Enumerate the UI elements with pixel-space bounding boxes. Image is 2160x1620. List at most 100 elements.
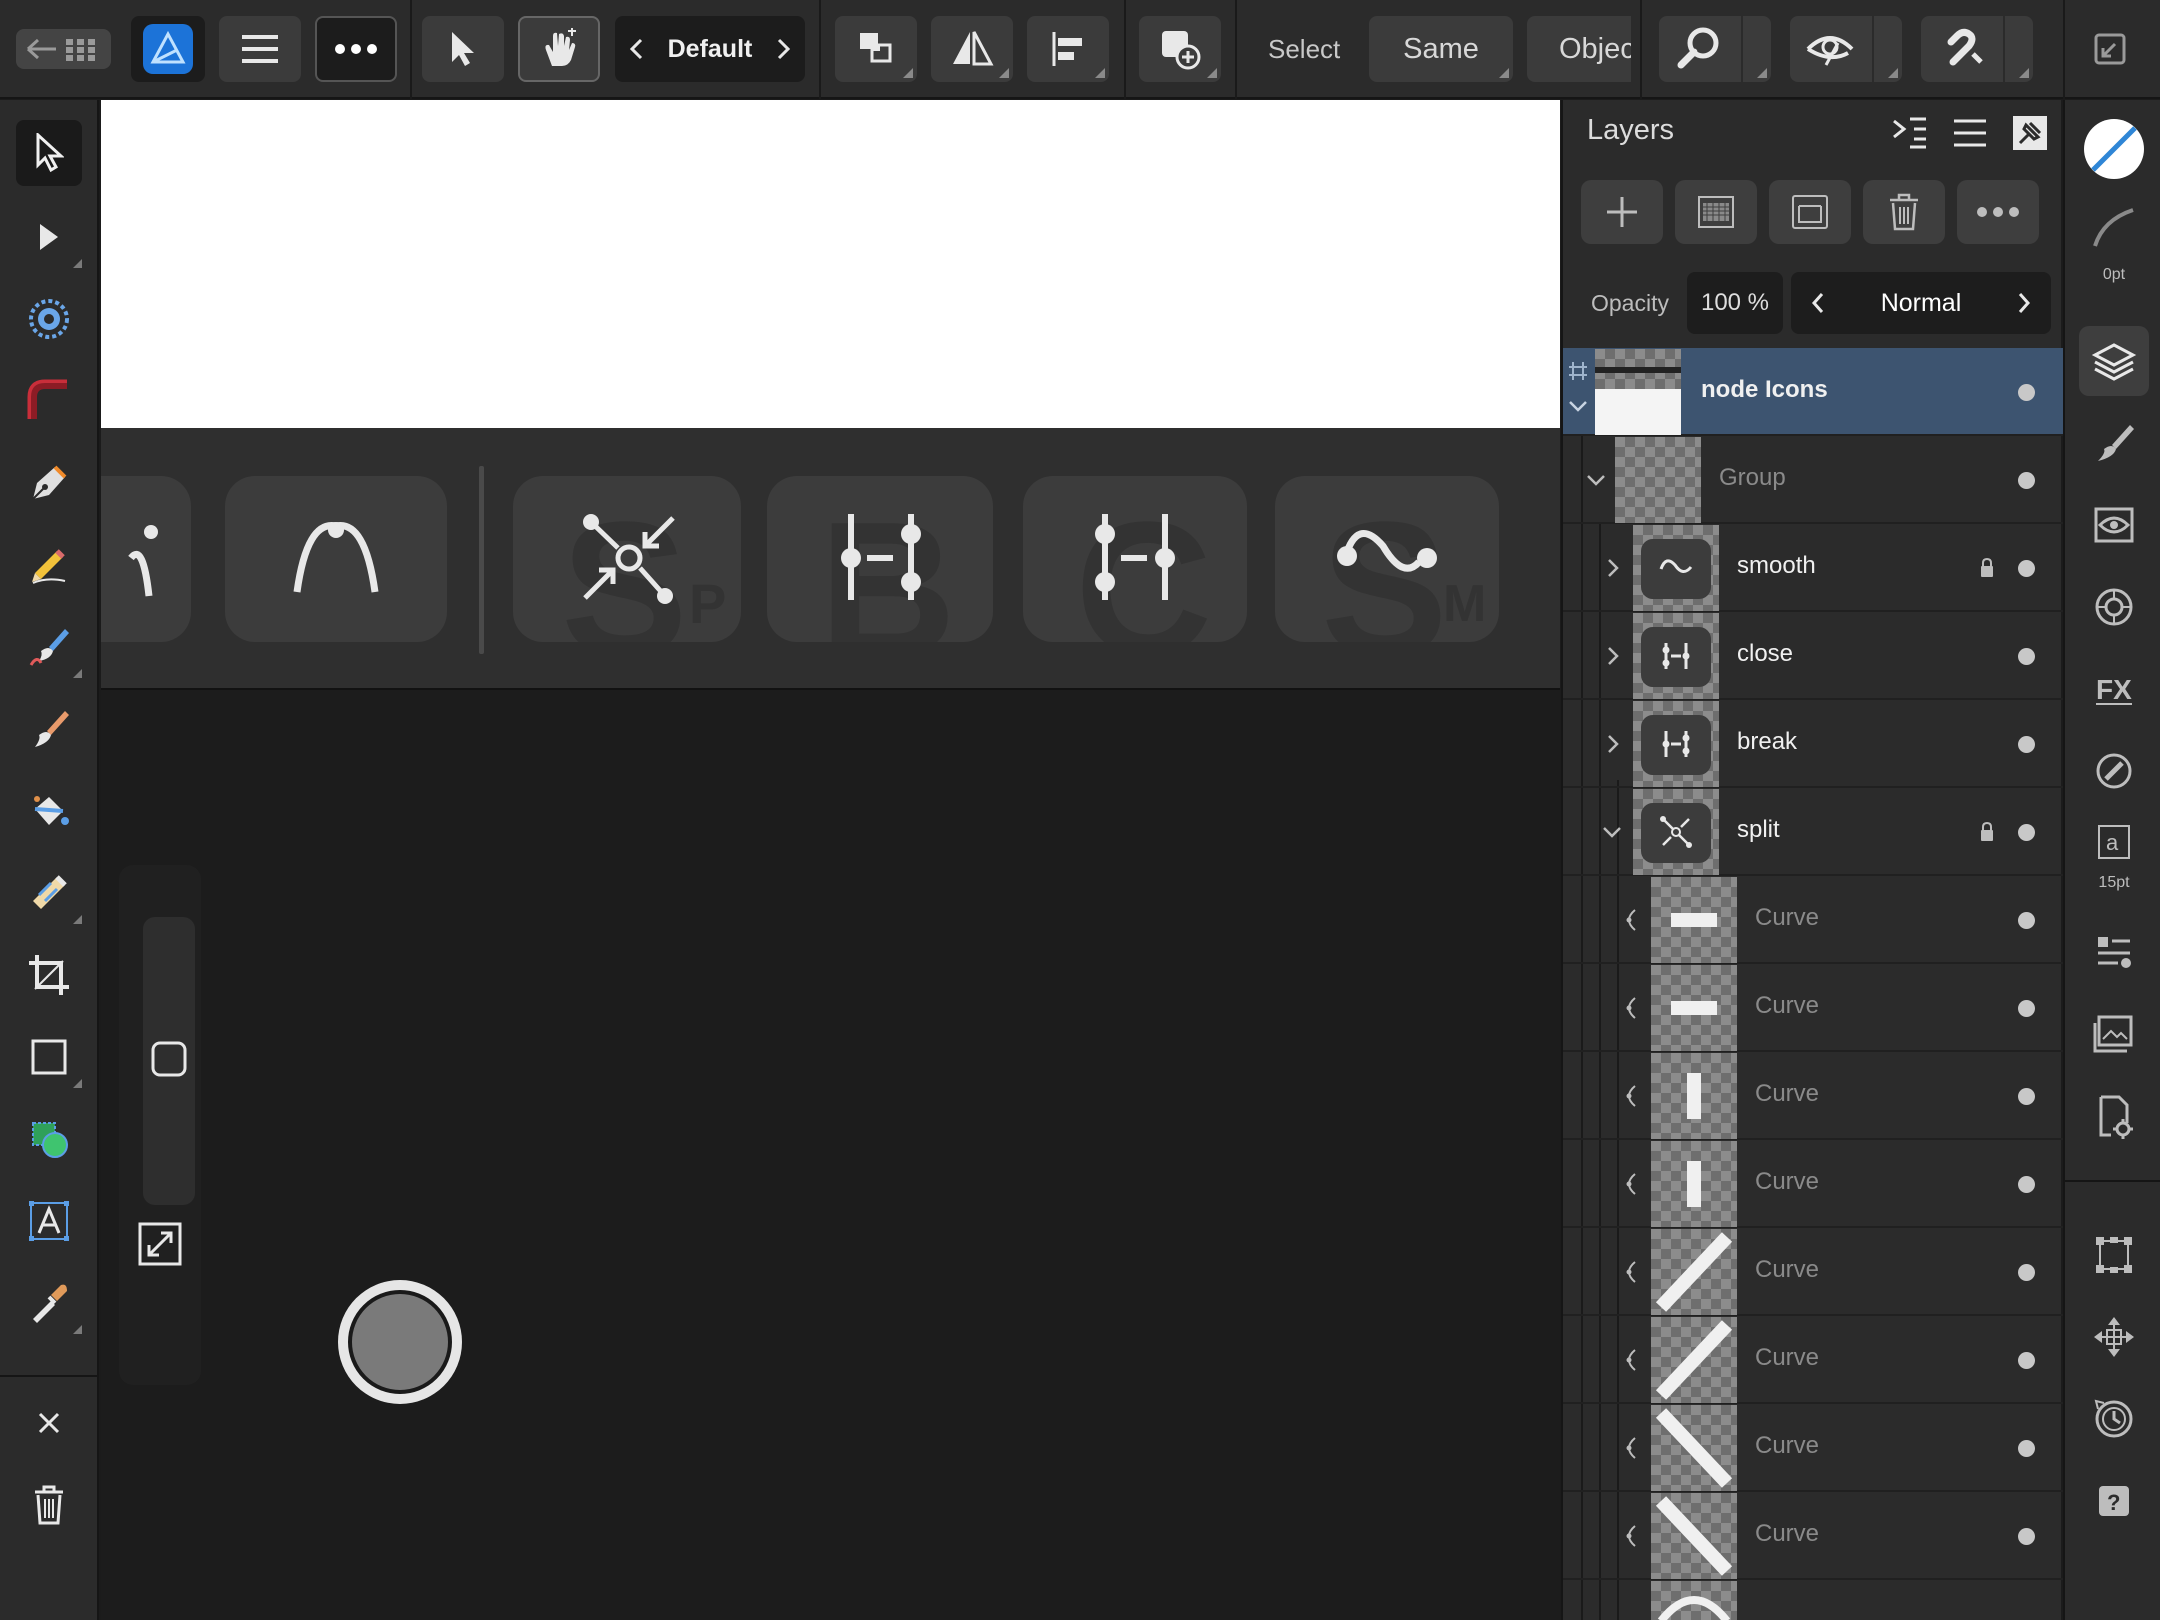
command-controller-button[interactable] <box>338 1280 462 1404</box>
layer-row-curve[interactable]: Curve <box>1563 1316 2063 1404</box>
layer-row-split[interactable]: split <box>1563 788 2063 876</box>
expand-diagonal-icon[interactable] <box>137 1221 183 1267</box>
studio-preset-selector[interactable]: Default <box>615 16 805 82</box>
chevron-right-icon[interactable] <box>1605 645 1621 667</box>
vector-brush-tool[interactable] <box>16 614 82 680</box>
icon-card-split[interactable]: S P <box>513 476 741 642</box>
text-studio-button[interactable]: a 15pt <box>2079 818 2149 904</box>
visibility-toggle[interactable] <box>2018 912 2035 929</box>
select-object-button[interactable]: Objec <box>1527 16 1631 82</box>
layer-row-curve[interactable]: Curve <box>1563 1228 2063 1316</box>
artboard-upper-area[interactable] <box>101 100 1560 428</box>
chevron-left-icon[interactable] <box>1803 288 1833 318</box>
visibility-toggle[interactable] <box>2018 560 2035 577</box>
assets-studio-button[interactable] <box>2079 1000 2149 1070</box>
visibility-toggle[interactable] <box>2018 1264 2035 1281</box>
back-to-home-button[interactable] <box>16 29 111 69</box>
hide-ui-button[interactable] <box>2082 16 2138 82</box>
layers-options-button[interactable] <box>1945 108 1995 158</box>
insert-button[interactable] <box>1139 16 1221 82</box>
select-same-button[interactable]: Same <box>1369 16 1513 82</box>
chevron-right-icon[interactable] <box>2009 288 2039 318</box>
layer-row-smooth[interactable]: smooth <box>1563 524 2063 612</box>
view-mode-button[interactable] <box>1790 16 1902 82</box>
history-studio-button[interactable] <box>2079 1384 2149 1454</box>
layer-row-node-icons[interactable]: node Icons <box>1563 348 2063 436</box>
flip-button[interactable] <box>931 16 1013 82</box>
visibility-toggle[interactable] <box>2018 648 2035 665</box>
lock-icon[interactable] <box>1979 821 1995 843</box>
layer-row-curve[interactable]: Curve <box>1563 1140 2063 1228</box>
chevron-down-icon[interactable] <box>1601 824 1623 840</box>
transform-studio-button[interactable] <box>2079 1220 2149 1290</box>
add-layer-button[interactable] <box>1581 180 1663 244</box>
fill-stroke-swatch[interactable] <box>2079 114 2149 184</box>
visibility-toggle[interactable] <box>2018 824 2035 841</box>
layer-row-break[interactable]: break <box>1563 700 2063 788</box>
align-button[interactable] <box>1027 16 1109 82</box>
icon-card-smooth[interactable]: S M <box>1275 476 1499 642</box>
rectangle-tool[interactable] <box>16 1024 82 1090</box>
color-picker-tool[interactable] <box>16 1270 82 1336</box>
icon-card-partial[interactable] <box>101 476 191 642</box>
layer-more-button[interactable] <box>1957 180 2039 244</box>
layers-collapse-button[interactable] <box>1885 108 1935 158</box>
chevron-down-icon[interactable] <box>1585 472 1607 488</box>
layer-row-curve[interactable]: Curve <box>1563 1492 2063 1580</box>
layer-row-curve[interactable]: Curve <box>1563 1052 2063 1140</box>
icon-card-arc[interactable] <box>225 476 447 642</box>
brushes-studio-button[interactable] <box>2079 408 2149 478</box>
pencil-tool[interactable] <box>16 532 82 598</box>
contour-tool[interactable] <box>16 286 82 352</box>
corner-tool[interactable] <box>16 368 82 434</box>
visibility-toggle[interactable] <box>2018 1176 2035 1193</box>
layer-row-group[interactable]: Group <box>1563 436 2063 524</box>
document-settings-button[interactable] <box>2079 1082 2149 1152</box>
move-tool[interactable] <box>16 120 82 186</box>
artistic-text-tool[interactable] <box>16 1188 82 1254</box>
delete-button[interactable] <box>16 1472 82 1538</box>
chevron-right-icon[interactable] <box>1605 557 1621 579</box>
layer-row-partial[interactable] <box>1563 1580 2063 1620</box>
visibility-toggle[interactable] <box>2018 1088 2035 1105</box>
appearance-studio-button[interactable] <box>2079 490 2149 560</box>
chevron-down-icon[interactable] <box>1567 398 1589 414</box>
chevron-right-icon[interactable] <box>1605 733 1621 755</box>
node-icons-artboard[interactable]: S P B C S M <box>101 428 1560 690</box>
size-slider[interactable] <box>143 917 195 1205</box>
visibility-toggle[interactable] <box>2018 472 2035 489</box>
group-layers-button[interactable] <box>1769 180 1851 244</box>
delete-layer-button[interactable] <box>1863 180 1945 244</box>
layer-row-curve[interactable]: Curve <box>1563 1404 2063 1492</box>
chevron-right-icon[interactable] <box>775 37 793 61</box>
effects-studio-button[interactable]: FX <box>2079 654 2149 724</box>
visibility-toggle[interactable] <box>2018 384 2035 401</box>
navigator-studio-button[interactable] <box>2079 1302 2149 1372</box>
paint-brush-tool[interactable] <box>16 696 82 762</box>
arrange-button[interactable] <box>835 16 917 82</box>
visibility-toggle[interactable] <box>2018 1528 2035 1545</box>
blend-mode-selector[interactable]: Normal <box>1791 272 2051 334</box>
pen-tool[interactable] <box>16 450 82 516</box>
document-canvas[interactable]: S P B C S M <box>101 100 1560 1620</box>
stroke-studio-button[interactable] <box>2079 736 2149 806</box>
icon-card-break[interactable]: B <box>767 476 993 642</box>
persona-designer-button[interactable] <box>131 16 205 82</box>
visibility-toggle[interactable] <box>2018 1352 2035 1369</box>
color-studio-button[interactable] <box>2079 572 2149 642</box>
node-selection-mode-button[interactable] <box>518 16 600 82</box>
move-tool-quick-button[interactable] <box>422 16 504 82</box>
pin-panel-button[interactable] <box>2005 108 2055 158</box>
visibility-toggle[interactable] <box>2018 1440 2035 1457</box>
lock-icon[interactable] <box>1979 557 1995 579</box>
more-options-button[interactable] <box>315 16 397 82</box>
snapping-options-button[interactable] <box>1659 16 1771 82</box>
fill-tool[interactable] <box>16 778 82 844</box>
icon-card-close[interactable]: C <box>1023 476 1247 642</box>
visibility-toggle[interactable] <box>2018 1000 2035 1017</box>
snapping-magnet-button[interactable] <box>1921 16 2033 82</box>
layer-row-close[interactable]: close <box>1563 612 2063 700</box>
layer-row-curve[interactable]: Curve <box>1563 876 2063 964</box>
text-styles-studio-button[interactable] <box>2079 918 2149 988</box>
help-button[interactable]: ? <box>2079 1466 2149 1536</box>
